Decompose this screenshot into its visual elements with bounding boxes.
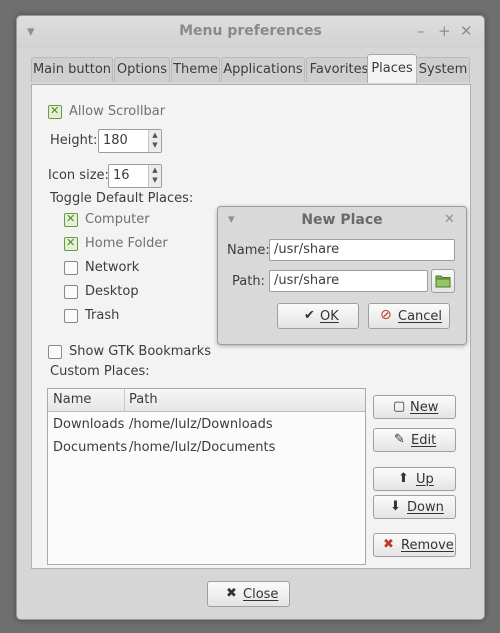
row-path[interactable]: /home/lulz/Documents	[129, 440, 275, 455]
list-header: Name Path	[48, 389, 365, 412]
row-name[interactable]: Downloads	[53, 417, 124, 432]
computer-checkbox[interactable]	[64, 212, 78, 227]
allow-scrollbar-label: Allow Scrollbar	[69, 104, 166, 119]
edit-icon: ✎	[394, 432, 405, 447]
tab-main-button[interactable]: Main button	[31, 57, 113, 82]
down-button-label: Down	[407, 500, 444, 515]
cancel-button-label: Cancel	[398, 309, 443, 324]
tab-applications[interactable]: Applications	[221, 57, 305, 82]
tab-options[interactable]: Options	[114, 57, 170, 82]
show-gtk-bookmarks-label: Show GTK Bookmarks	[69, 344, 212, 359]
height-value: 180	[103, 133, 128, 148]
home-folder-label: Home Folder	[85, 236, 168, 251]
folder-icon	[435, 275, 451, 288]
new-place-dialog: ▾ New Place ✕ Name: /usr/share Path: /us…	[217, 206, 467, 345]
custom-places-label: Custom Places:	[50, 364, 150, 379]
toggle-default-places-label: Toggle Default Places:	[50, 191, 194, 206]
close-x-icon: ✖	[226, 586, 237, 601]
row-path[interactable]: /home/lulz/Downloads	[129, 417, 273, 432]
close-button[interactable]: ✖ Close	[207, 581, 290, 607]
dialog-title: New Place	[301, 212, 383, 228]
custom-places-list[interactable]: Name Path Downloads /home/lulz/Downloads…	[47, 388, 366, 565]
remove-button[interactable]: ✖ Remove	[373, 533, 456, 557]
tab-favorites[interactable]: Favorites	[306, 57, 372, 82]
home-folder-checkbox[interactable]	[64, 236, 78, 251]
column-header-path[interactable]: Path	[129, 392, 158, 407]
trash-checkbox[interactable]	[64, 309, 78, 323]
new-button[interactable]: ▢ New	[373, 395, 456, 419]
tab-system[interactable]: System	[416, 57, 470, 82]
icon-size-value: 16	[113, 168, 130, 183]
window-title: Menu preferences	[179, 23, 322, 39]
name-field-value: /usr/share	[274, 242, 340, 257]
column-separator	[124, 389, 125, 411]
ok-button-label: OK	[320, 309, 339, 324]
height-label: Height:	[50, 133, 98, 148]
network-checkbox[interactable]	[64, 261, 78, 275]
up-button[interactable]: ⬆ Up	[373, 467, 456, 491]
close-icon[interactable]: ✕	[460, 23, 473, 39]
cancel-button[interactable]: ⊘ Cancel	[368, 303, 450, 329]
name-label: Name:	[227, 243, 270, 258]
desktop-label: Desktop	[85, 284, 139, 299]
new-file-icon: ▢	[393, 399, 406, 414]
down-button[interactable]: ⬇ Down	[373, 495, 456, 519]
minimize-icon[interactable]: –	[417, 23, 425, 39]
computer-label: Computer	[85, 212, 150, 227]
path-label: Path:	[232, 274, 265, 289]
icon-size-label: Icon size:	[48, 168, 109, 183]
tab-places[interactable]: Places	[367, 54, 417, 83]
checkmark-icon: ✔	[304, 308, 315, 323]
column-header-name[interactable]: Name	[53, 392, 91, 407]
network-label: Network	[85, 260, 140, 275]
down-arrow-icon: ⬇	[390, 499, 401, 514]
dialog-close-icon[interactable]: ✕	[444, 212, 455, 227]
remove-button-label: Remove	[401, 538, 454, 553]
show-gtk-bookmarks-checkbox[interactable]	[48, 345, 62, 359]
spin-arrows-icon[interactable]: ▲ ▼	[148, 165, 161, 187]
allow-scrollbar-checkbox[interactable]	[48, 104, 62, 119]
up-button-label: Up	[416, 472, 434, 487]
new-button-label: New	[410, 400, 439, 415]
remove-icon: ✖	[383, 537, 394, 552]
path-field[interactable]: /usr/share	[269, 270, 428, 292]
maximize-icon[interactable]: +	[438, 23, 451, 39]
desktop-checkbox[interactable]	[64, 285, 78, 299]
icon-size-spinner[interactable]: 16 ▲ ▼	[108, 164, 162, 188]
up-arrow-icon: ⬆	[398, 471, 409, 486]
cancel-icon: ⊘	[380, 307, 392, 323]
row-name[interactable]: Documents	[53, 440, 127, 455]
spin-arrows-icon[interactable]: ▲ ▼	[148, 130, 161, 152]
close-button-label: Close	[243, 587, 279, 602]
edit-button[interactable]: ✎ Edit	[373, 428, 456, 452]
tab-theme[interactable]: Theme	[171, 57, 220, 82]
height-spinner[interactable]: 180 ▲ ▼	[98, 129, 162, 153]
title-bar: ▾ Menu preferences – + ✕	[17, 16, 484, 48]
ok-button[interactable]: ✔ OK	[277, 303, 359, 329]
edit-button-label: Edit	[411, 433, 437, 448]
name-field[interactable]: /usr/share	[269, 239, 455, 261]
path-field-value: /usr/share	[274, 273, 340, 288]
trash-label: Trash	[85, 308, 120, 323]
browse-folder-button[interactable]	[431, 269, 455, 293]
